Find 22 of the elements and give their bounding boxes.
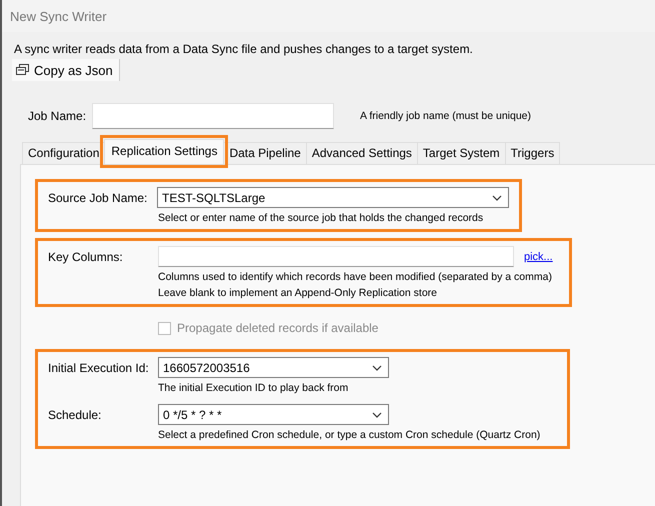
field-label: Initial Execution Id: [48,360,150,374]
job-name-hint: A friendly job name (must be unique) [360,110,532,122]
tab[interactable]: Triggers [504,142,560,164]
tab[interactable]: Configuration [22,142,106,164]
field-hint: Select or enter name of the source job that holds the changed records [158,212,484,224]
field-hint: Leave blank to implement an Append-Only Replication store [158,287,438,299]
combo-box[interactable]: 0 */5 * ? * * [158,404,389,425]
key-columns-field[interactable] [158,246,514,267]
pick-link[interactable]: pick... [524,250,553,262]
field-hint: The initial Execution ID to play back from [158,382,350,394]
copy-as-json-button[interactable]: Copy as Json [12,59,120,81]
job-name-field[interactable] [92,103,334,129]
copy-icon [16,64,29,76]
field-label: Schedule: [48,408,102,422]
field-hint: Select a predefined Cron schedule, or type a custom Cron schedule (Quartz Cron) [158,429,542,441]
combo-box[interactable]: TEST-SQLTSLarge [157,187,509,208]
job-name-label: Job Name: [28,109,88,123]
field-label: Key Columns: [48,250,124,264]
description-text: A sync writer reads data from a Data Sync file and pushes changes to a target system. [14,42,474,56]
combo-box[interactable]: 1660572003516 [158,357,389,378]
field-label: Source Job Name: [48,190,148,204]
field-hint: Columns used to identify which records have been modified (separated by a comma) [158,271,553,283]
